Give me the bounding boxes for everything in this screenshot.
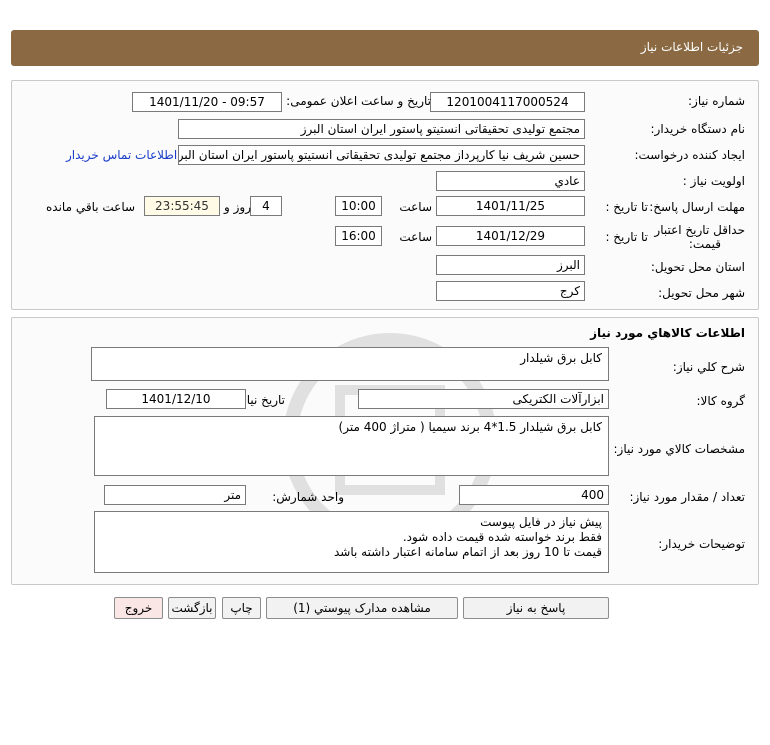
- specs-text: کابل برق شیلدار 1.5*4 برند سیمیا ( متراژ…: [338, 420, 602, 434]
- deadline-time-field: 10:00: [335, 196, 382, 216]
- page-title: جزئیات اطلاعات نیاز: [640, 40, 743, 54]
- days-label: روز و: [224, 200, 251, 214]
- general-desc-text: کابل برق شیلدار: [520, 351, 602, 365]
- deadline-to-date-label: تا تاریخ :: [605, 200, 648, 214]
- buyer-note-line: قیمت تا 10 روز بعد از اتمام سامانه اعتبا…: [333, 545, 602, 559]
- validity-label-1: حداقل تاریخ اعتبار: [654, 223, 745, 237]
- announce-label: تاریخ و ساعت اعلان عمومی:: [286, 94, 431, 108]
- buyer-org-field: مجتمع تولیدی تحقیقاتی انستیتو پاستور ایر…: [178, 119, 585, 139]
- group-label: گروه کالا:: [696, 394, 746, 408]
- requester-field: حسین شریف نیا کارپرداز مجتمع تولیدی تحقی…: [178, 145, 585, 165]
- deadline-label: مهلت ارسال پاسخ:: [649, 200, 745, 214]
- page-header: جزئیات اطلاعات نیاز: [11, 30, 759, 66]
- remaining-label: ساعت باقي مانده: [46, 200, 136, 214]
- reply-button[interactable]: پاسخ به نياز: [463, 597, 609, 619]
- unit-field: متر: [104, 485, 246, 505]
- announce-field: 1401/11/20 - 09:57: [132, 92, 282, 112]
- need-date-field: 1401/12/10: [106, 389, 246, 409]
- general-desc-label: شرح کلي نياز:: [672, 360, 745, 374]
- requester-label: ایجاد کننده درخواست:: [634, 148, 745, 162]
- province-label: استان محل تحویل:: [650, 260, 745, 274]
- validity-label-2: قیمت:: [688, 237, 721, 251]
- need-number-field: 1201004117000524: [430, 92, 585, 112]
- validity-time-label: ساعت: [399, 230, 432, 244]
- buyer-note-line: پیش نیاز در فایل پیوست: [480, 515, 602, 529]
- qty-label: تعداد / مقدار مورد نیاز:: [629, 490, 745, 504]
- print-button[interactable]: چاپ: [222, 597, 261, 619]
- deadline-time-label: ساعت: [399, 200, 432, 214]
- unit-label: واحد شمارش:: [272, 490, 344, 504]
- group-field: ابزارآلات الکتریکی: [358, 389, 609, 409]
- qty-field: 400: [459, 485, 609, 505]
- validity-to-date-label: تا تاریخ :: [605, 230, 648, 244]
- goods-section-title: اطلاعات کالاهاي مورد نياز: [590, 326, 745, 340]
- priority-label: اولویت نیاز :: [682, 174, 745, 188]
- buyer-notes-label: توضیحات خریدار:: [658, 537, 745, 551]
- deadline-date-field: 1401/11/25: [436, 196, 585, 216]
- city-label: شهر محل تحویل:: [658, 286, 745, 300]
- specs-label: مشخصات کالاي مورد نياز:: [613, 442, 745, 456]
- days-field: 4: [250, 196, 282, 216]
- city-field: کرج: [436, 281, 585, 301]
- buyer-notes-field: پیش نیاز در فایل پیوست فقط برند خواسته ش…: [94, 511, 609, 573]
- need-info-panel: [11, 80, 759, 310]
- remaining-time-field: 23:55:45: [144, 196, 220, 216]
- specs-field: کابل برق شیلدار 1.5*4 برند سیمیا ( متراژ…: [94, 416, 609, 476]
- general-desc-field: کابل برق شیلدار: [91, 347, 609, 381]
- validity-time-field: 16:00: [335, 226, 382, 246]
- buyer-contact-link[interactable]: اطلاعات تماس خریدار: [66, 148, 177, 162]
- validity-date-field: 1401/12/29: [436, 226, 585, 246]
- need-number-label: شماره نیاز:: [688, 94, 745, 108]
- province-field: البرز: [436, 255, 585, 275]
- back-button[interactable]: بازگشت: [168, 597, 216, 619]
- priority-field: عادي: [436, 171, 585, 191]
- buyer-org-label: نام دستگاه خریدار:: [650, 122, 746, 136]
- view-attachments-button[interactable]: مشاهده مدارک پیوستي (1): [266, 597, 458, 619]
- exit-button[interactable]: خروج: [114, 597, 163, 619]
- buyer-note-line: فقط برند خواسته شده قیمت داده شود.: [402, 530, 602, 544]
